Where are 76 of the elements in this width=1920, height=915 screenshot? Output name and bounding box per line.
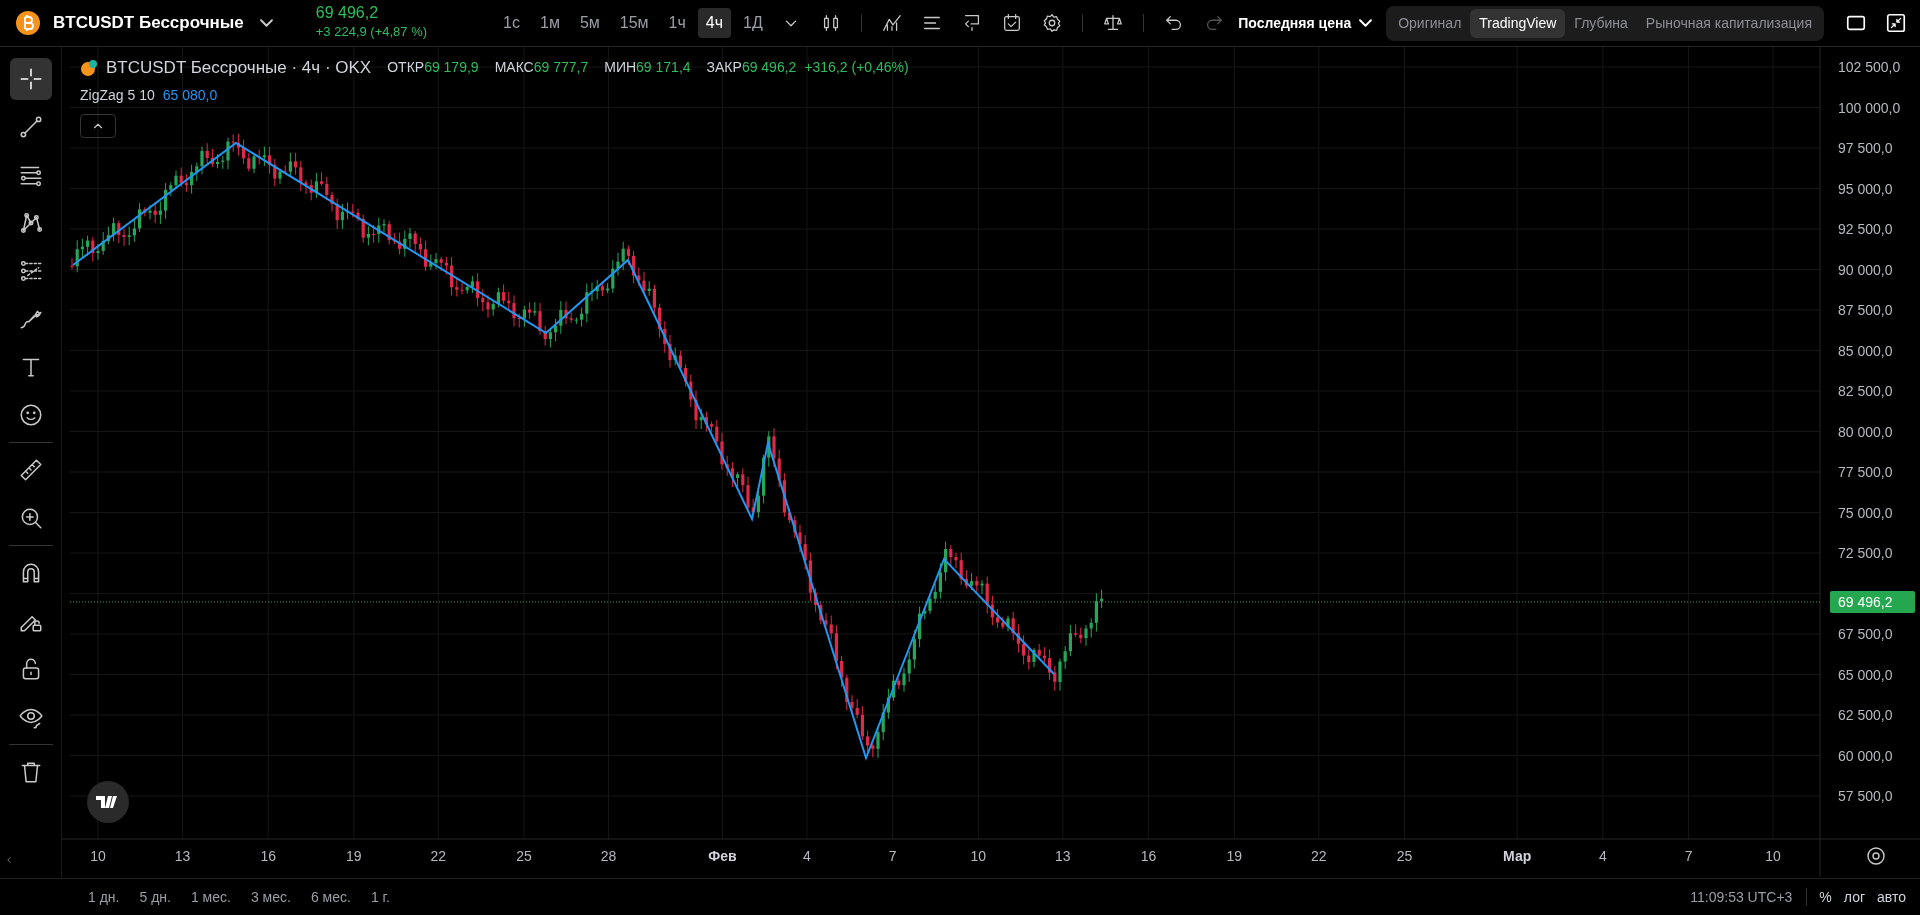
range-button[interactable]: 1 г.: [364, 886, 396, 908]
symbol-selector[interactable]: BTCUSDT Бессрочные: [48, 7, 278, 39]
interval-tab[interactable]: 1ч: [660, 8, 694, 38]
price-source-dropdown[interactable]: Последняя цена: [1232, 11, 1379, 35]
date-label: 13: [174, 848, 191, 864]
indicator-name: ZigZag 5 10: [80, 85, 155, 105]
price-label: 62 500,0: [1838, 707, 1893, 723]
range-button[interactable]: 5 дн.: [133, 886, 177, 908]
price-label: 92 500,0: [1838, 221, 1893, 237]
current-price-tag: 69 496,2: [1830, 591, 1915, 613]
price-label: 82 500,0: [1838, 383, 1893, 399]
price-label: 95 000,0: [1838, 180, 1893, 197]
view-tab[interactable]: Рыночная капитализация: [1636, 8, 1821, 38]
range-button[interactable]: 6 мес.: [304, 886, 357, 908]
price-label: 72 500,0: [1838, 545, 1893, 561]
view-tab[interactable]: Глубина: [1565, 8, 1637, 38]
date-label: 28: [600, 848, 617, 864]
date-label: 22: [1311, 848, 1327, 864]
month-label: Мар: [1503, 848, 1532, 864]
interval-tab[interactable]: 4ч: [697, 8, 732, 38]
price-label: 85 000,0: [1838, 342, 1893, 359]
date-label: 7: [1684, 848, 1693, 864]
date-label: 16: [1140, 848, 1157, 864]
ohlc-value: 69 179,9: [424, 58, 479, 78]
price-label: 97 500,0: [1838, 140, 1893, 156]
price-label: 75 000,0: [1838, 504, 1893, 521]
ohlc-label: МИН: [604, 58, 637, 78]
bar-change: +316,2 (+0,46%): [804, 58, 909, 78]
price-label: 100 000,0: [1838, 99, 1901, 116]
date-label: 10: [970, 848, 987, 864]
price-label: 80 000,0: [1838, 423, 1893, 440]
price-label: 65 000,0: [1838, 666, 1893, 683]
price-label: 102 500,0: [1838, 59, 1901, 75]
ohlc-label: ОТКР: [387, 58, 425, 78]
chart-title: BTCUSDT Бессрочные · 4ч · OKX: [106, 57, 372, 79]
interval-tab[interactable]: 1Д: [735, 8, 771, 38]
date-label: 13: [1055, 848, 1071, 864]
range-button[interactable]: 3 мес.: [244, 886, 297, 908]
last-price: 69 496,2: [315, 4, 380, 23]
ohlc-label: ЗАКР: [706, 58, 742, 78]
indicator-value: 65 080,0: [162, 85, 218, 105]
date-label: 19: [1226, 848, 1243, 864]
interval-tab[interactable]: 1с: [495, 8, 528, 38]
date-label: 19: [346, 848, 362, 864]
range-button[interactable]: 1 мес.: [184, 886, 237, 908]
clock: 11:09:53 UTC+3: [1690, 887, 1793, 907]
date-label: 4: [1598, 848, 1607, 864]
date-label: 4: [803, 848, 811, 864]
date-label: 10: [1765, 848, 1781, 864]
interval-tab[interactable]: 5м: [571, 8, 608, 38]
ohlc-value: 69 496,2: [741, 58, 797, 78]
ohlc-label: МАКС: [494, 58, 534, 78]
interval-tab[interactable]: 15м: [611, 8, 657, 38]
price-label: 87 500,0: [1838, 302, 1893, 318]
price-label: 77 500,0: [1838, 464, 1893, 480]
scale-button[interactable]: лог: [1837, 886, 1872, 908]
scale-button[interactable]: %: [1813, 886, 1838, 908]
range-button[interactable]: 1 дн.: [82, 886, 126, 908]
date-label: 25: [516, 848, 532, 864]
scale-button[interactable]: авто: [1871, 886, 1912, 908]
date-label: 22: [430, 848, 447, 864]
price-label: 67 500,0: [1838, 626, 1893, 642]
view-tab[interactable]: TradingView: [1470, 8, 1566, 38]
view-tab[interactable]: Оригинал: [1389, 8, 1471, 38]
price-label: 90 000,0: [1838, 261, 1893, 278]
month-label: Фев: [708, 848, 737, 864]
price-label: 60 000,0: [1838, 747, 1893, 764]
ohlc-value: 69 171,4: [636, 58, 691, 78]
interval-tab[interactable]: 1м: [532, 8, 568, 38]
date-label: 7: [888, 848, 897, 864]
price-label: 57 500,0: [1838, 788, 1893, 804]
price-change: +3 224,9 (+4,87 %): [315, 23, 428, 42]
date-label: 16: [260, 848, 276, 864]
date-label: 25: [1396, 848, 1413, 864]
ohlc-value: 69 777,7: [533, 58, 589, 78]
date-label: 10: [90, 848, 106, 864]
